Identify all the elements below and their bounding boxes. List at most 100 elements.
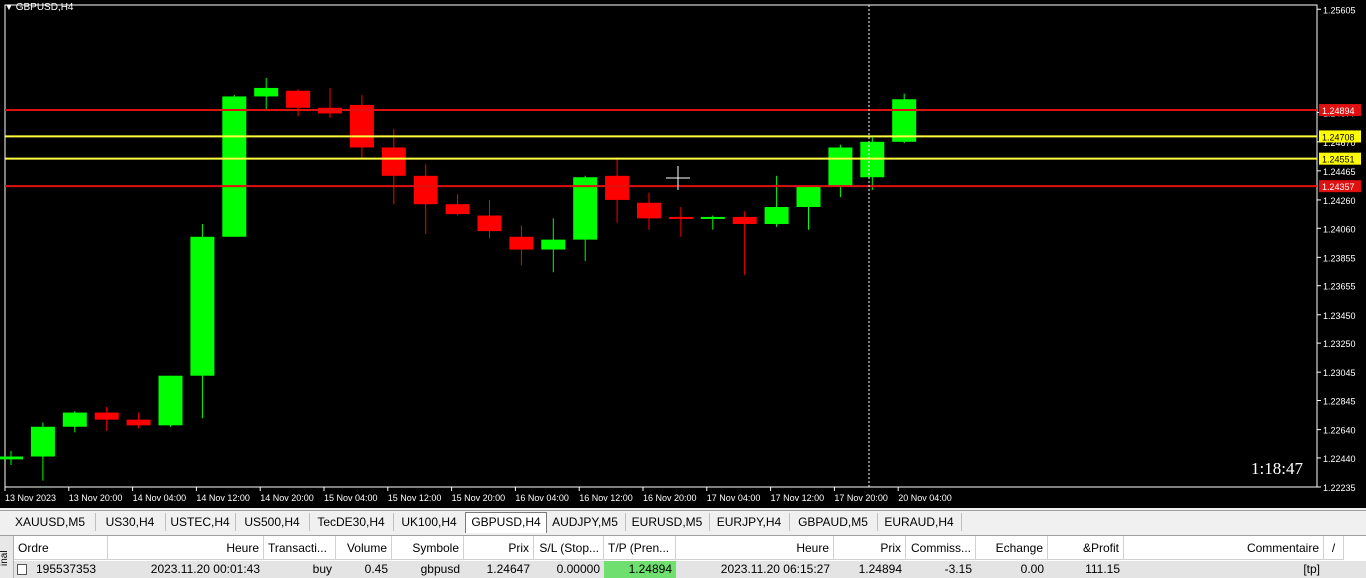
time-tick-label: 13 Nov 20:00 [69, 493, 123, 503]
chart-tab[interactable]: TecDE30,H4 [309, 513, 394, 531]
time-tick-label: 16 Nov 20:00 [643, 493, 697, 503]
terminal-cell: 195537353 [36, 562, 97, 576]
terminal-column-header[interactable]: Volume [336, 536, 392, 560]
terminal-side-label[interactable]: inal [0, 536, 14, 578]
terminal-cell: 1.24894 [858, 562, 902, 576]
price-tick-label: 1.22640 [1323, 426, 1356, 436]
terminal-cell: gbpusd [420, 562, 460, 576]
chart-title: ▼ GBPUSD,H4 [5, 2, 74, 13]
time-tick-label: 16 Nov 12:00 [579, 493, 633, 503]
chart-window[interactable]: 1.256051.248771.246701.244651.242601.240… [0, 0, 1366, 508]
terminal-cell: 1.24894 [604, 561, 676, 578]
time-tick-label: 14 Nov 12:00 [196, 493, 250, 503]
candle-body[interactable] [0, 456, 23, 460]
candle-body[interactable] [286, 90, 311, 108]
chart-tab[interactable]: US30,H4 [95, 513, 166, 531]
candle-body[interactable] [605, 175, 630, 200]
candle-body[interactable] [732, 216, 757, 225]
terminal-cell: 0.00000 [556, 562, 600, 576]
terminal-panel: inal Ordre Heure Transacti... Volume Symbole… [0, 535, 1366, 578]
terminal-cell: 0.00 [1020, 562, 1044, 576]
terminal-column-header[interactable]: S/L (Stop... [534, 536, 604, 560]
candle-body[interactable] [509, 236, 534, 250]
chart-tab[interactable]: EURUSD,M5 [625, 513, 710, 531]
chart-tabs: XAUUSD,M5 US30,H4 USTEC,H4 US500,H4 TecDE30,… [0, 510, 1366, 533]
candle-body[interactable] [764, 207, 789, 225]
candle-body[interactable] [349, 104, 374, 148]
chart-menu-arrow-icon[interactable]: ▼ [5, 3, 13, 12]
price-tick-label: 1.22235 [1323, 483, 1356, 493]
terminal-column-header[interactable]: Prix [464, 536, 534, 560]
terminal-column-header[interactable]: &Profit [1048, 536, 1124, 560]
candle-body[interactable] [477, 215, 502, 232]
terminal-column-header[interactable]: Prix [834, 536, 906, 560]
candle-body[interactable] [445, 204, 470, 215]
column-options-icon[interactable]: / [1324, 536, 1344, 560]
terminal-column-header[interactable]: Echange [976, 536, 1048, 560]
time-tick-label: 15 Nov 04:00 [324, 493, 378, 503]
candle-body[interactable] [62, 412, 87, 427]
time-tick-label: 13 Nov 2023 [5, 493, 56, 503]
terminal-column-header[interactable]: Commentaire [1124, 536, 1324, 560]
price-tick-label: 1.24060 [1323, 224, 1356, 234]
chart-tab[interactable]: AUDJPY,M5 [545, 513, 626, 531]
candle-body[interactable] [668, 216, 693, 219]
time-tick-label: 14 Nov 04:00 [133, 493, 187, 503]
chart-tab[interactable]: EURJPY,H4 [709, 513, 790, 531]
candle-body[interactable] [30, 426, 55, 457]
time-tick-label: 16 Nov 04:00 [515, 493, 569, 503]
terminal-cell: 111.15 [1085, 562, 1120, 576]
history-row-icon [17, 564, 27, 575]
price-tick-label: 1.23655 [1323, 282, 1356, 292]
candle-body[interactable] [222, 96, 247, 237]
candle-body[interactable] [796, 185, 821, 208]
terminal-cell: 0.45 [364, 562, 388, 576]
chart-tab[interactable]: EURAUD,H4 [877, 513, 962, 531]
time-tick-label: 20 Nov 04:00 [898, 493, 952, 503]
terminal-column-header[interactable]: Commiss... [906, 536, 976, 560]
price-level-label: 1.24551 [1322, 155, 1355, 165]
candle-body[interactable] [637, 202, 661, 219]
candle-body[interactable] [254, 87, 279, 97]
chart-tab[interactable]: XAUUSD,M5 [5, 513, 96, 531]
terminal-column-header[interactable]: Ordre [14, 536, 108, 560]
price-tick-label: 1.22440 [1323, 454, 1356, 464]
candle-timer: 1:18:47 [1251, 459, 1303, 478]
chart-tab[interactable]: GBPUSD,H4 [465, 512, 547, 533]
terminal-column-header[interactable]: Symbole [392, 536, 464, 560]
terminal-cell: 2023.11.20 06:15:27 [720, 562, 830, 576]
terminal-column-header[interactable]: Heure [108, 536, 264, 560]
candle-body[interactable] [126, 419, 151, 426]
chart-title-text: GBPUSD,H4 [15, 2, 74, 13]
chart-tab[interactable]: GBPAUD,M5 [789, 513, 878, 531]
chart-tab[interactable]: USTEC,H4 [165, 513, 236, 531]
candle-body[interactable] [413, 175, 438, 205]
chart-tab[interactable]: US500,H4 [235, 513, 310, 531]
time-tick-label: 17 Nov 12:00 [771, 493, 825, 503]
candle-body[interactable] [158, 375, 183, 426]
time-tick-label: 15 Nov 12:00 [388, 493, 442, 503]
candle-body[interactable] [94, 412, 119, 420]
price-tick-label: 1.23855 [1323, 253, 1356, 263]
terminal-cell: 2023.11.20 00:01:43 [150, 562, 260, 576]
candle-body[interactable] [828, 147, 853, 186]
chart-canvas[interactable]: 1.256051.248771.246701.244651.242601.240… [0, 0, 1366, 508]
price-level-label: 1.24708 [1322, 132, 1355, 142]
terminal-column-header[interactable]: Heure [676, 536, 834, 560]
price-level-label: 1.24894 [1322, 106, 1355, 116]
chart-tab[interactable]: UK100,H4 [393, 513, 466, 531]
candle-body[interactable] [541, 239, 566, 250]
price-level-label: 1.24357 [1322, 182, 1355, 192]
price-tick-label: 1.23250 [1323, 339, 1356, 349]
price-tick-label: 1.22845 [1323, 397, 1356, 407]
time-tick-label: 15 Nov 20:00 [452, 493, 506, 503]
time-tick-label: 17 Nov 20:00 [834, 493, 888, 503]
terminal-cell: buy [312, 562, 332, 576]
candle-body[interactable] [381, 147, 406, 176]
candle-body[interactable] [190, 236, 215, 376]
terminal-cell: [tp] [1303, 562, 1320, 576]
terminal-column-header[interactable]: Transacti... [264, 536, 336, 560]
price-tick-label: 1.23045 [1323, 368, 1356, 378]
candle-body[interactable] [700, 216, 725, 219]
terminal-column-header[interactable]: T/P (Pren... [604, 536, 676, 560]
